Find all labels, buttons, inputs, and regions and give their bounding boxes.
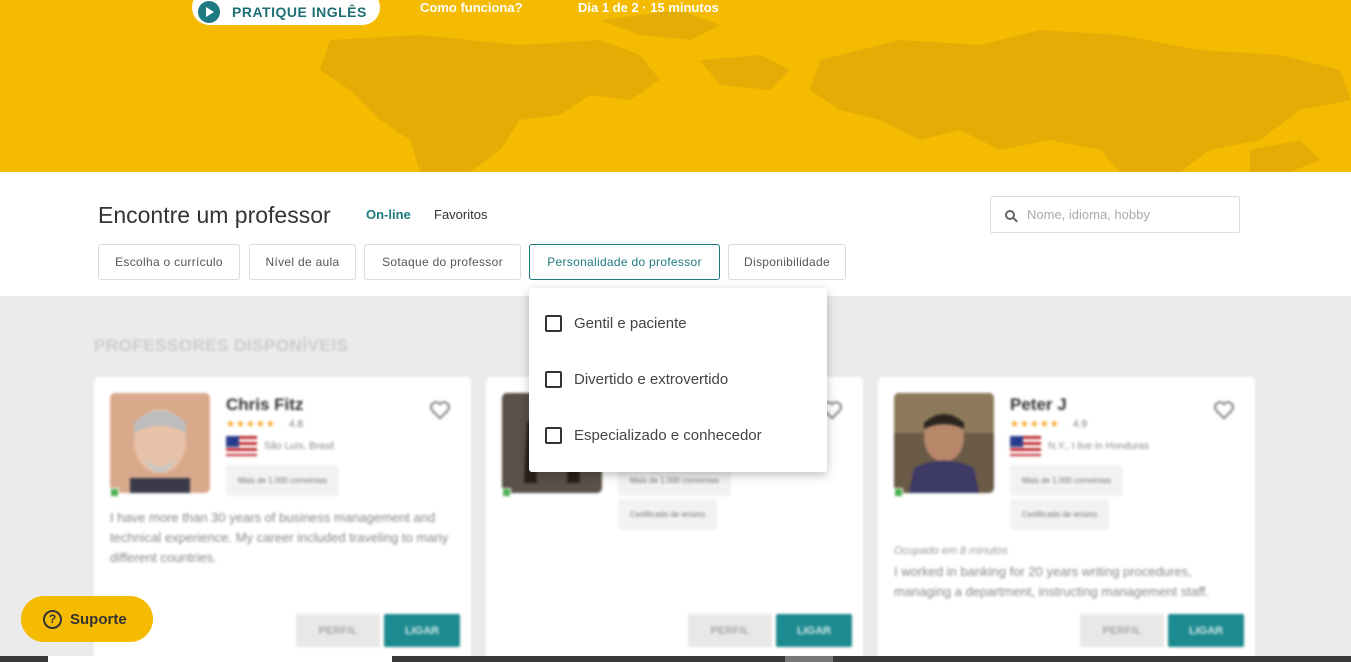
call-button[interactable]: LIGAR <box>384 614 460 647</box>
call-button[interactable]: LIGAR <box>1168 614 1244 647</box>
favorite-heart-icon[interactable] <box>429 399 451 421</box>
practice-english-button[interactable]: PRATIQUE INGLÊS <box>192 0 380 25</box>
filter-class-level-button[interactable]: Nível de aula <box>249 244 356 280</box>
scroll-thumb[interactable] <box>785 656 833 662</box>
filter-curriculum-button[interactable]: Escolha o currículo <box>98 244 240 280</box>
hero-banner: PRATIQUE INGLÊS Como funciona? Dia 1 de … <box>0 0 1351 172</box>
filter-personality-button[interactable]: Personalidade do professor <box>529 244 720 280</box>
teacher-card: Peter J ★★★★★ 4.9 N.Y., I live in Hondur… <box>878 377 1255 662</box>
checkbox[interactable] <box>545 427 562 444</box>
teacher-filter-bar: Encontre um professor On-line Favoritos … <box>0 172 1351 296</box>
option-fun-outgoing[interactable]: Divertido e extrovertido <box>545 371 728 388</box>
how-it-works-link[interactable]: Como funciona? <box>420 0 523 15</box>
conversations-badge: Mais de 1.000 conversas <box>1010 465 1123 496</box>
filter-availability-button[interactable]: Disponibilidade <box>728 244 846 280</box>
teacher-photo <box>110 393 210 493</box>
search-input[interactable] <box>1027 207 1217 222</box>
personality-dropdown: Gentil e paciente Divertido e extroverti… <box>529 288 827 472</box>
option-label: Divertido e extrovertido <box>574 371 729 388</box>
certificate-badge: Certificado de ensino <box>618 499 718 530</box>
checkbox[interactable] <box>545 371 562 388</box>
page-title: Encontre um professor <box>98 202 331 228</box>
rating-stars: ★★★★★ <box>1010 419 1060 430</box>
day-progress-text: Dia 1 de 2 · 15 minutos <box>578 0 719 15</box>
online-status-indicator <box>894 488 903 497</box>
rating-stars: ★★★★★ <box>226 419 276 430</box>
option-label: Especializado e conhecedor <box>574 427 762 444</box>
search-box[interactable] <box>990 196 1240 233</box>
option-expert-knowledgeable[interactable]: Especializado e conhecedor <box>545 427 762 444</box>
profile-button[interactable]: PERFIL <box>688 614 772 647</box>
world-map-decoration <box>320 10 1351 172</box>
tab-favorites[interactable]: Favoritos <box>434 207 487 222</box>
play-icon <box>198 0 220 23</box>
conversations-badge: Mais de 1.000 conversas <box>226 465 339 496</box>
support-button[interactable]: ? Suporte <box>21 596 153 642</box>
support-label: Suporte <box>70 610 127 628</box>
usa-flag-icon <box>1010 436 1041 456</box>
certificate-badge: Certificado de ensino <box>1010 499 1110 530</box>
option-label: Gentil e paciente <box>574 315 687 332</box>
section-title: PROFESSORES DISPONÍVEIS <box>94 336 349 355</box>
practice-english-label: PRATIQUE INGLÊS <box>232 3 367 20</box>
profile-button[interactable]: PERFIL <box>1080 614 1164 647</box>
teacher-location: São Luís, Brasil <box>264 441 335 452</box>
online-status-indicator <box>502 488 511 497</box>
teacher-name: Chris Fitz <box>226 395 304 414</box>
rating-value: 4.8 <box>289 419 303 430</box>
checkbox[interactable] <box>545 315 562 332</box>
online-status-indicator <box>110 488 119 497</box>
option-gentle-patient[interactable]: Gentil e paciente <box>545 315 687 332</box>
usa-flag-icon <box>226 436 257 456</box>
bottom-scroll-bar <box>0 656 1351 662</box>
scroll-segment <box>48 656 392 662</box>
help-question-icon: ? <box>43 609 62 629</box>
teacher-photo <box>894 393 994 493</box>
tab-online[interactable]: On-line <box>366 207 411 222</box>
profile-button[interactable]: PERFIL <box>296 614 380 647</box>
search-icon <box>1005 209 1015 220</box>
availability-note: Ocupado em 8 minutos <box>894 545 1008 557</box>
filter-accent-button[interactable]: Sotaque do professor <box>364 244 521 280</box>
teacher-description: I have more than 30 years of business ma… <box>110 510 449 565</box>
rating-value: 4.9 <box>1073 419 1087 430</box>
teacher-description: I worked in banking for 20 years writing… <box>894 564 1209 599</box>
call-button[interactable]: LIGAR <box>776 614 852 647</box>
teacher-location: N.Y., I live in Honduras <box>1048 441 1149 452</box>
teacher-name: Peter J <box>1010 395 1067 414</box>
favorite-heart-icon[interactable] <box>1213 399 1235 421</box>
